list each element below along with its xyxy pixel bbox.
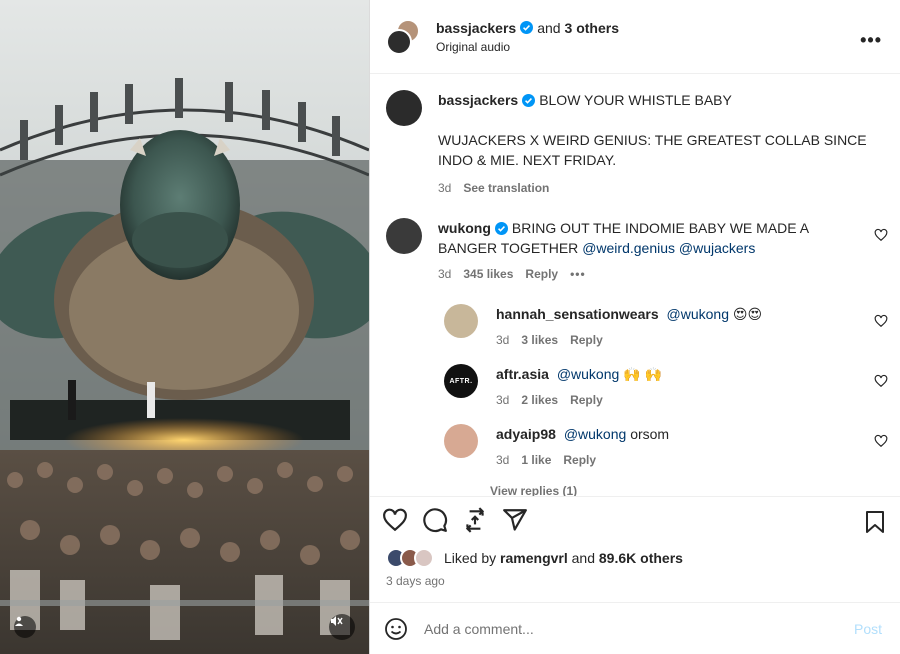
caption-time: 3d <box>438 181 452 195</box>
mention-link[interactable]: @wujackers <box>679 240 755 256</box>
mention-link[interactable]: @wukong <box>564 426 626 442</box>
bookmark-icon[interactable] <box>864 510 886 534</box>
verified-icon <box>520 21 534 34</box>
audio-link[interactable]: Original audio <box>436 40 619 54</box>
reply-time: 3d <box>496 453 510 467</box>
post-date: 3 days ago <box>386 574 445 588</box>
mention-link[interactable]: @wukong <box>557 366 619 382</box>
see-translation-button[interactable]: See translation <box>463 178 549 198</box>
comment-item: wukong BRING OUT THE INDOMIE BABY WE MADE… <box>370 218 900 284</box>
avatar-logo-text: AFTR. <box>449 377 473 385</box>
verified-icon <box>494 222 508 235</box>
post-button[interactable]: Post <box>854 621 882 637</box>
avatar[interactable] <box>444 304 478 338</box>
verified-icon <box>522 94 536 107</box>
reply-text: orsom <box>630 426 670 442</box>
post-viewer: bassjackers and 3 others Original audio … <box>0 0 900 654</box>
avatar[interactable] <box>386 90 422 126</box>
reply-username[interactable]: adyaip98 <box>496 426 556 442</box>
comment-username[interactable]: wukong <box>438 220 491 236</box>
emoji-icon[interactable] <box>384 617 408 641</box>
repost-icon[interactable] <box>462 506 488 533</box>
concert-stage-image <box>0 0 369 654</box>
caption-line2: WUJACKERS X WEIRD GENIUS: THE GREATEST C… <box>438 132 867 168</box>
reply-text: 🙌 🙌 <box>623 366 662 382</box>
avatar[interactable] <box>386 218 422 254</box>
reply-username[interactable]: aftr.asia <box>496 366 549 382</box>
reply-text: 😍😍 <box>732 306 763 322</box>
comment-likes[interactable]: 345 likes <box>463 264 513 284</box>
likes-summary: Liked by ramengvrl and 89.6K others <box>370 542 900 568</box>
and-text: and <box>537 19 561 36</box>
avatar[interactable] <box>444 424 478 458</box>
liker-username[interactable]: ramengvrl <box>500 550 568 566</box>
reply-item: hannah_sensationwears @wukong 😍😍 3d 3 li… <box>370 304 900 350</box>
reply-username[interactable]: hannah_sensationwears <box>496 306 659 322</box>
likes-count[interactable]: 89.6K others <box>599 550 683 566</box>
mute-icon[interactable] <box>329 614 355 640</box>
comments-list: bassjackers BLOW YOUR WHISTLE BABY WUJACK… <box>370 74 900 496</box>
reply-button[interactable]: Reply <box>525 264 558 284</box>
heart-icon[interactable] <box>382 507 408 533</box>
others-link[interactable]: 3 others <box>565 20 619 36</box>
reply-item: AFTR. aftr.asia @wukong 🙌 🙌 3d 2 likes R… <box>370 364 900 410</box>
reply-button[interactable]: Reply <box>570 330 603 350</box>
add-comment-bar: Post <box>370 602 900 654</box>
liked-by-prefix: Liked by <box>444 550 497 566</box>
collab-avatars[interactable] <box>386 18 422 55</box>
post-video[interactable] <box>0 0 369 654</box>
reply-time: 3d <box>496 333 510 347</box>
heart-icon[interactable] <box>874 314 888 328</box>
heart-icon[interactable] <box>874 434 888 448</box>
comment-input[interactable] <box>424 620 854 637</box>
heart-icon[interactable] <box>874 228 888 242</box>
mention-link[interactable]: @wukong <box>667 306 729 322</box>
reply-button[interactable]: Reply <box>563 450 596 470</box>
comment-icon[interactable] <box>422 507 448 533</box>
header-username[interactable]: bassjackers <box>436 20 516 36</box>
post-header: bassjackers and 3 others Original audio … <box>370 0 900 74</box>
reply-likes[interactable]: 2 likes <box>521 390 558 410</box>
action-bar <box>370 496 900 542</box>
reply-time: 3d <box>496 393 510 407</box>
reply-item: adyaip98 @wukong orsom 3d 1 like Reply <box>370 424 900 470</box>
heart-icon[interactable] <box>874 374 888 388</box>
avatar <box>414 548 434 568</box>
caption-username[interactable]: bassjackers <box>438 92 518 108</box>
avatar[interactable]: AFTR. <box>444 364 478 398</box>
post-caption: bassjackers BLOW YOUR WHISTLE BABY WUJACK… <box>370 74 900 198</box>
view-replies-button[interactable]: View replies (1) <box>370 470 900 496</box>
user-tag-icon[interactable] <box>14 616 36 638</box>
likes-and: and <box>571 550 595 566</box>
liker-avatars <box>386 548 438 568</box>
mention-link[interactable]: @weird.genius <box>582 240 675 256</box>
share-icon[interactable] <box>502 507 528 533</box>
reply-button[interactable]: Reply <box>570 390 603 410</box>
reply-likes[interactable]: 1 like <box>521 450 551 470</box>
more-icon[interactable]: ••• <box>860 30 882 51</box>
avatar <box>386 28 412 55</box>
caption-line1: BLOW YOUR WHISTLE BABY <box>539 92 732 108</box>
reply-likes[interactable]: 3 likes <box>521 330 558 350</box>
comment-options-icon[interactable]: ••• <box>570 264 586 284</box>
post-details-panel: bassjackers and 3 others Original audio … <box>369 0 900 654</box>
comment-time: 3d <box>438 267 452 281</box>
